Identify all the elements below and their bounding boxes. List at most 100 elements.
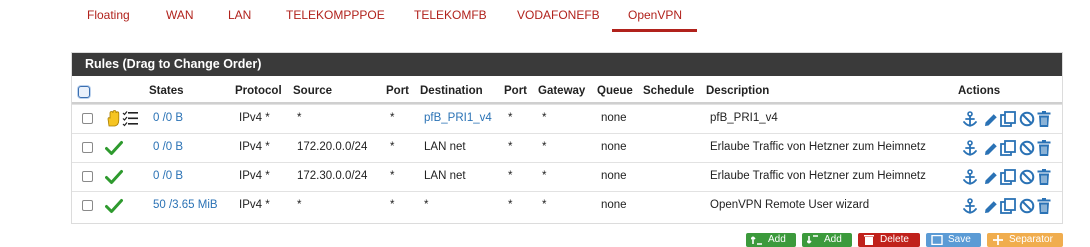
trash-icon[interactable]: [1036, 169, 1052, 186]
col-source[interactable]: Source: [293, 85, 332, 97]
col-schedule[interactable]: Schedule: [643, 85, 694, 97]
port2-value: *: [508, 199, 513, 211]
destination-value: LAN net: [424, 141, 466, 153]
check-icon[interactable]: [105, 140, 123, 156]
check-icon[interactable]: [105, 198, 123, 214]
disable-icon[interactable]: [1019, 111, 1035, 128]
destination-value[interactable]: pfB_PRI1_v4: [424, 112, 492, 124]
trash-icon[interactable]: [1036, 198, 1052, 215]
gateway-value: *: [542, 112, 547, 124]
anchor-icon[interactable]: [962, 198, 978, 215]
states-value[interactable]: 0 /0 B: [153, 141, 183, 153]
copy-icon[interactable]: [1000, 198, 1016, 215]
anchor-icon[interactable]: [962, 140, 978, 157]
protocol-value: IPv4 *: [239, 170, 270, 182]
row-checkbox[interactable]: [82, 171, 93, 182]
trash-icon: [864, 235, 874, 245]
save-button[interactable]: Save: [926, 233, 981, 247]
tab-vodafonefb[interactable]: VODAFONEFB: [517, 8, 600, 30]
separator-button[interactable]: Separator: [987, 233, 1063, 247]
arrow-down-icon: [807, 235, 818, 244]
port-value: *: [390, 112, 395, 124]
row-actions: [962, 198, 1054, 216]
save-icon: [931, 235, 943, 245]
col-description[interactable]: Description: [706, 85, 769, 97]
pencil-icon[interactable]: [982, 140, 998, 157]
gateway-value: *: [542, 199, 547, 211]
source-value: 172.20.0.0/24: [297, 141, 368, 153]
separator-label: Separator: [1009, 234, 1053, 245]
protocol-value: IPv4 *: [239, 199, 270, 211]
add-top-label: Add: [768, 234, 786, 245]
source-value: *: [297, 112, 302, 124]
tab-lan[interactable]: LAN: [228, 8, 251, 30]
col-states[interactable]: States: [149, 85, 184, 97]
destination-value: LAN net: [424, 170, 466, 182]
add-bottom-button[interactable]: Add: [802, 233, 852, 247]
row-actions: [962, 169, 1054, 187]
row-checkbox[interactable]: [82, 113, 93, 124]
col-gateway[interactable]: Gateway: [538, 85, 585, 97]
delete-button[interactable]: Delete: [858, 233, 920, 247]
row-checkbox[interactable]: [82, 142, 93, 153]
tab-openvpn[interactable]: OpenVPN: [628, 8, 682, 30]
tab-telekomfb[interactable]: TELEKOMFB: [414, 8, 487, 30]
states-value[interactable]: 0 /0 B: [153, 170, 183, 182]
copy-icon[interactable]: [1000, 140, 1016, 157]
disable-icon[interactable]: [1019, 140, 1035, 157]
trash-icon[interactable]: [1036, 111, 1052, 128]
table-row[interactable]: 0 /0 B IPv4 * 172.30.0.0/24 * LAN net * …: [72, 162, 1062, 191]
arrow-up-icon: [751, 236, 762, 245]
pencil-icon[interactable]: [982, 111, 998, 128]
port2-value: *: [508, 112, 513, 124]
col-queue[interactable]: Queue: [597, 85, 633, 97]
description-value: OpenVPN Remote User wizard: [710, 199, 870, 211]
col-port[interactable]: Port: [386, 85, 409, 97]
states-value[interactable]: 50 /3.65 MiB: [153, 199, 218, 211]
gateway-value: *: [542, 141, 547, 153]
trash-icon[interactable]: [1036, 140, 1052, 157]
col-port2[interactable]: Port: [504, 85, 527, 97]
disable-icon[interactable]: [1019, 198, 1035, 215]
row-actions: [962, 140, 1054, 158]
anchor-icon[interactable]: [962, 169, 978, 186]
hand-icon[interactable]: [105, 110, 139, 128]
queue-value: none: [601, 199, 627, 211]
table-row[interactable]: 0 /0 B IPv4 * 172.20.0.0/24 * LAN net * …: [72, 133, 1062, 162]
states-value[interactable]: 0 /0 B: [153, 112, 183, 124]
table-row[interactable]: 50 /3.65 MiB IPv4 * * * * * * none OpenV…: [72, 191, 1062, 220]
save-label: Save: [948, 234, 971, 245]
col-protocol[interactable]: Protocol: [235, 85, 282, 97]
delete-label: Delete: [880, 234, 909, 245]
row-checkbox[interactable]: [82, 200, 93, 211]
source-value: 172.30.0.0/24: [297, 170, 368, 182]
tab-telekompppoe[interactable]: TELEKOMPPPOE: [286, 8, 385, 30]
select-all-checkbox[interactable]: [78, 86, 90, 98]
row-actions: [962, 111, 1054, 129]
pencil-icon[interactable]: [982, 169, 998, 186]
tab-floating[interactable]: Floating: [87, 8, 130, 30]
description-value: Erlaube Traffic von Hetzner zum Heimnetz: [710, 170, 926, 182]
port2-value: *: [508, 170, 513, 182]
panel-title: Rules (Drag to Change Order): [72, 53, 1062, 76]
interface-tabs: Floating WAN LAN TELEKOMPPPOE TELEKOMFB …: [71, 0, 1090, 33]
col-actions: Actions: [958, 85, 1001, 97]
port2-value: *: [508, 141, 513, 153]
copy-icon[interactable]: [1000, 111, 1016, 128]
port-value: *: [390, 199, 395, 211]
pencil-icon[interactable]: [982, 198, 998, 215]
check-icon[interactable]: [105, 169, 123, 185]
disable-icon[interactable]: [1019, 169, 1035, 186]
table-row[interactable]: 0 /0 B IPv4 * * * pfB_PRI1_v4 * * none p…: [72, 104, 1062, 133]
rules-panel: Rules (Drag to Change Order) States Prot…: [71, 52, 1063, 224]
add-bottom-label: Add: [824, 234, 842, 245]
description-value: pfB_PRI1_v4: [710, 112, 778, 124]
tab-wan[interactable]: WAN: [166, 8, 194, 30]
col-destination[interactable]: Destination: [420, 85, 483, 97]
anchor-icon[interactable]: [962, 111, 978, 128]
gateway-value: *: [542, 170, 547, 182]
copy-icon[interactable]: [1000, 169, 1016, 186]
queue-value: none: [601, 141, 627, 153]
add-top-button[interactable]: Add: [746, 233, 796, 247]
active-tab-indicator: [612, 29, 697, 32]
